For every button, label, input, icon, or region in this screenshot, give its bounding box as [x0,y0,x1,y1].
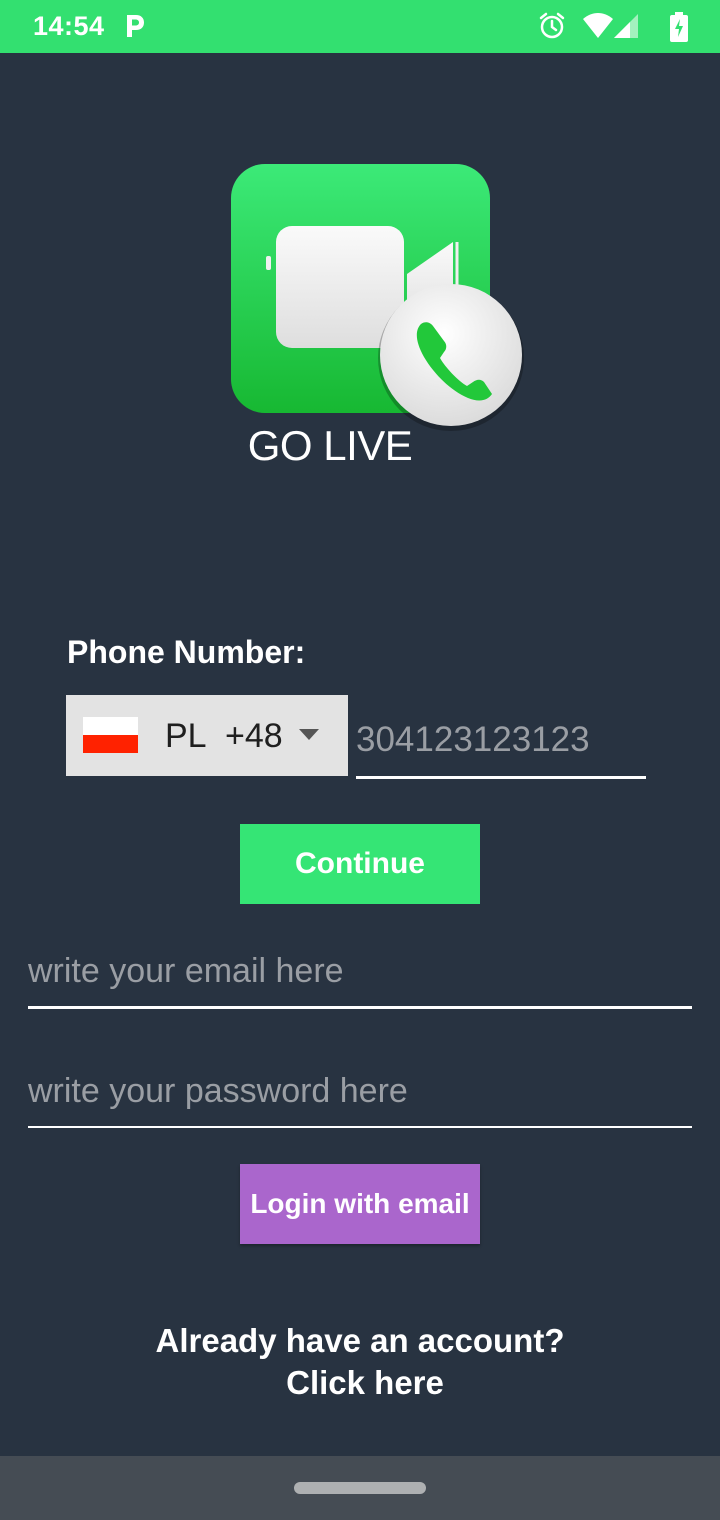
password-input[interactable] [28,1056,692,1128]
phone-number-label: Phone Number: [67,634,306,670]
navigation-bar [0,1456,720,1520]
already-have-account-link[interactable]: Already have an account? Click here [0,1320,720,1404]
dial-code-label: +48 [225,717,283,755]
login-with-email-button[interactable]: Login with email [240,1164,480,1244]
phone-number-input[interactable] [356,704,646,779]
email-input[interactable] [28,936,692,1009]
parking-icon [124,13,146,44]
wifi-icon [583,13,613,38]
continue-button[interactable]: Continue [240,824,480,904]
account-link-line1: Already have an account? [155,1322,565,1359]
alarm-icon [539,12,565,39]
country-code-picker[interactable]: PL +48 [66,695,348,776]
video-call-icon [231,164,524,431]
status-time: 14:54 [33,11,105,41]
home-gesture-handle[interactable] [294,1482,426,1494]
country-code-label: PL [165,717,207,755]
signal-icon [614,14,638,38]
battery-charging-icon [670,12,688,42]
poland-flag-icon [83,717,138,753]
status-bar: 14:54 [0,0,720,53]
chevron-down-icon [299,729,319,740]
account-link-line2: Click here [286,1364,444,1401]
app-title: GO LIVE [247,422,413,469]
